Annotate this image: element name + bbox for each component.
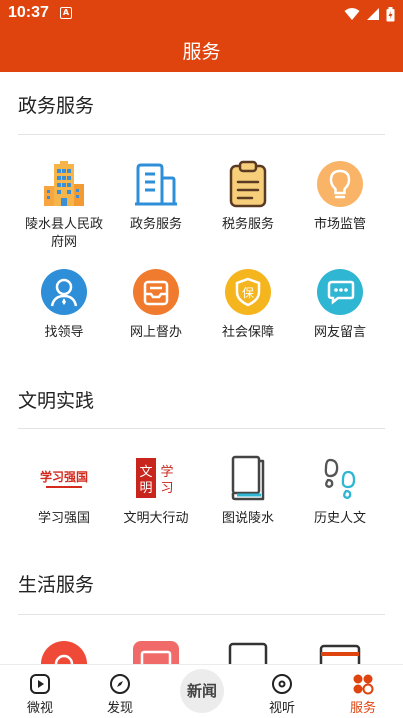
section-title-life: 生活服务	[18, 574, 95, 596]
battery-icon	[386, 6, 395, 21]
disc-icon	[271, 673, 293, 695]
service-label: 网友留言	[313, 325, 366, 340]
tab-label: 微视	[26, 701, 53, 716]
service-tile-illustrated[interactable]: 图说陵水	[202, 454, 294, 528]
section-divider	[18, 428, 385, 429]
service-label: 图说陵水	[221, 511, 274, 526]
service-tile-netizen-message[interactable]: 网友留言	[294, 268, 386, 342]
services-content[interactable]: 政务服务 陵水县人民政府网 政务服务 税务服务 市场监管 找领导 网上督办 保 …	[0, 72, 403, 664]
app-bar: 服务	[0, 28, 403, 72]
person-icon	[40, 268, 88, 316]
tab-audiovisual[interactable]: 视听	[242, 665, 322, 718]
xuexi-logo: 学习强国	[40, 454, 88, 502]
svg-text:习: 习	[160, 481, 173, 496]
svg-text:文: 文	[139, 465, 152, 480]
service-label: 文明大行动	[123, 511, 189, 526]
service-tile-online-supervision[interactable]: 网上督办	[110, 268, 202, 342]
svg-text:明: 明	[139, 481, 152, 496]
tab-label: 服务	[349, 701, 376, 716]
service-tile-social-security[interactable]: 保 社会保障	[202, 268, 294, 342]
book-icon	[224, 454, 272, 502]
section-divider	[18, 134, 385, 135]
signal-icon	[367, 8, 379, 20]
svg-text:学: 学	[160, 464, 173, 480]
service-tile-xuexi[interactable]: 学习强国 学习强国	[18, 454, 110, 528]
inbox-icon	[132, 268, 180, 316]
office-building-icon	[132, 160, 180, 208]
service-tile-civilization[interactable]: 文 明 学 习 文明大行动	[110, 454, 202, 528]
service-tile-weather[interactable]	[18, 640, 110, 664]
tab-discover[interactable]: 发现	[80, 665, 160, 718]
service-tile-history[interactable]: 历史人文	[294, 454, 386, 528]
weather-icon	[40, 640, 88, 664]
wifi-icon	[344, 8, 360, 20]
clipboard-icon	[224, 160, 272, 208]
service-label: 历史人文	[313, 511, 366, 526]
service-label: 陵水县人民政府网	[24, 217, 103, 250]
section-title-gov: 政务服务	[18, 95, 95, 117]
service-tile-video[interactable]	[294, 640, 386, 664]
device-icon	[224, 640, 272, 664]
tab-news[interactable]: 新闻	[180, 669, 224, 713]
service-label: 税务服务	[221, 217, 274, 232]
tab-label: 发现	[106, 701, 133, 716]
section-divider	[18, 614, 385, 615]
system-icons	[344, 6, 395, 22]
bottom-tab-bar: 微视 发现 新闻 视听 服务	[0, 664, 403, 718]
service-tile-county-gov[interactable]: 陵水县人民政府网	[18, 160, 110, 252]
lightbulb-icon	[316, 160, 364, 208]
play-icon	[29, 673, 51, 695]
service-tile-gov-services[interactable]: 政务服务	[110, 160, 202, 234]
service-tile-tax[interactable]: 税务服务	[202, 160, 294, 234]
building-icon	[40, 160, 88, 208]
service-tile-find-leader[interactable]: 找领导	[18, 268, 110, 342]
card-icon	[132, 640, 180, 664]
status-bar: 10:37 A	[0, 0, 403, 28]
service-label: 学习强国	[37, 511, 90, 526]
service-label: 政务服务	[129, 217, 182, 232]
chat-icon	[316, 268, 364, 316]
status-time: 10:37	[8, 4, 49, 21]
tab-services[interactable]: 服务	[323, 665, 403, 718]
service-label: 网上督办	[129, 325, 182, 340]
shield-icon: 保	[224, 268, 272, 316]
seal-logo: 文 明 学 习	[132, 454, 180, 502]
service-tile-device[interactable]	[202, 640, 294, 664]
tab-weishi[interactable]: 微视	[0, 665, 80, 718]
svg-text:保: 保	[242, 286, 254, 300]
service-label: 社会保障	[221, 325, 274, 340]
notification-icon: A	[60, 7, 72, 19]
page-title: 服务	[182, 41, 221, 63]
services-icon	[352, 673, 374, 695]
tab-label: 视听	[268, 701, 295, 716]
section-title-civic: 文明实践	[18, 390, 95, 412]
footprints-icon	[316, 454, 364, 502]
service-label: 市场监管	[313, 217, 366, 232]
service-tile-card[interactable]	[110, 640, 202, 664]
clapper-icon	[316, 640, 364, 664]
service-tile-market[interactable]: 市场监管	[294, 160, 386, 234]
service-label: 找领导	[44, 325, 84, 340]
compass-icon	[109, 673, 131, 695]
svg-text:学习强国: 学习强国	[40, 469, 88, 484]
